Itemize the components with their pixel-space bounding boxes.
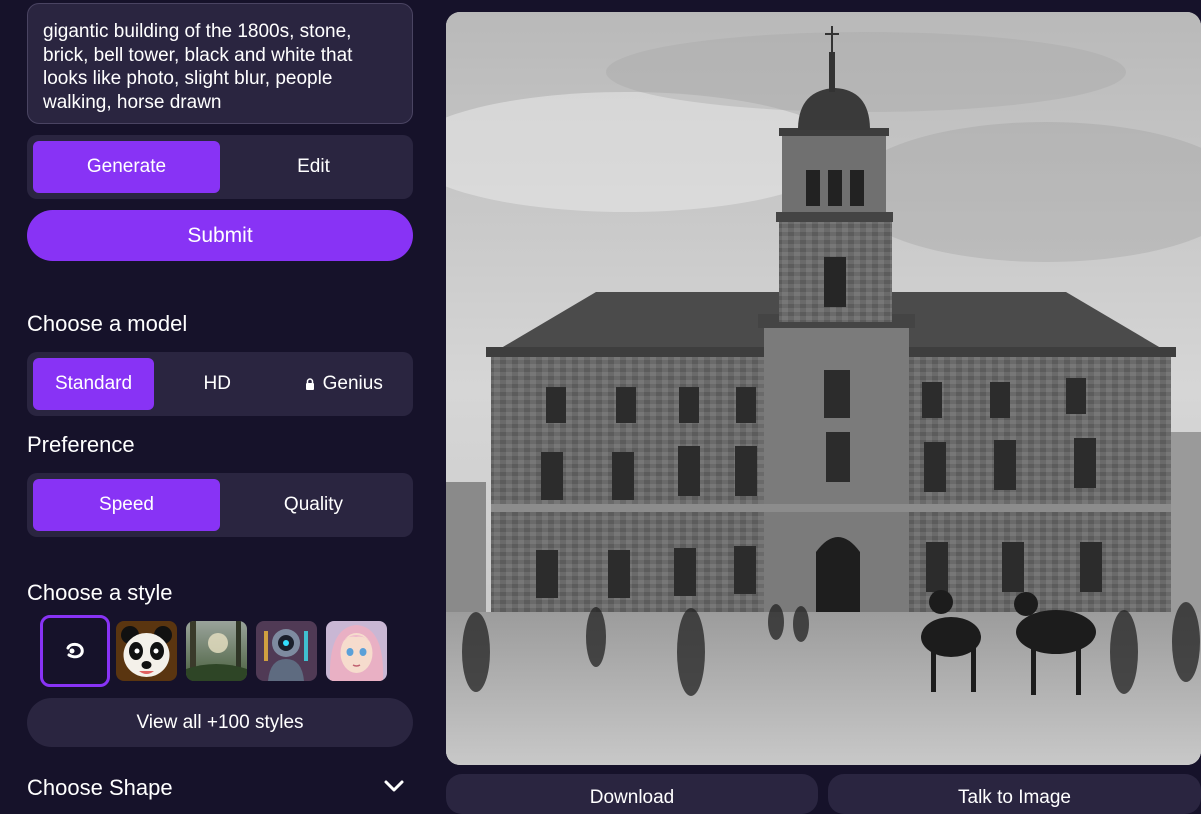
- chevron-down-icon[interactable]: [383, 778, 405, 794]
- model-heading: Choose a model: [27, 311, 188, 336]
- generated-image: [446, 12, 1201, 765]
- robot-thumbnail: [256, 621, 317, 681]
- model-genius-label: Genius: [322, 373, 383, 394]
- download-button[interactable]: Download: [446, 774, 818, 814]
- edit-tab[interactable]: Edit: [220, 141, 407, 193]
- preference-selector: Speed Quality: [27, 473, 413, 537]
- view-all-styles-button[interactable]: View all +100 styles: [27, 698, 413, 747]
- preference-quality[interactable]: Quality: [220, 479, 407, 531]
- model-selector: Standard HD Genius: [27, 352, 413, 416]
- submit-button[interactable]: Submit: [27, 210, 413, 261]
- model-hd[interactable]: HD: [154, 358, 281, 410]
- panda-thumbnail: [116, 621, 177, 681]
- style-anime-girl[interactable]: [326, 621, 387, 681]
- mode-toggle: Generate Edit: [27, 135, 413, 199]
- style-heading: Choose a style: [27, 580, 173, 605]
- prompt-textarea[interactable]: gigantic building of the 1800s, stone, b…: [27, 3, 413, 124]
- talk-to-image-button[interactable]: Talk to Image: [828, 774, 1201, 814]
- preference-speed[interactable]: Speed: [33, 479, 220, 531]
- style-forest[interactable]: [186, 621, 247, 681]
- style-robot[interactable]: [256, 621, 317, 681]
- forest-thumbnail: [186, 621, 247, 681]
- style-none[interactable]: [40, 615, 110, 687]
- preference-heading: Preference: [27, 432, 135, 457]
- building-photo: [446, 12, 1201, 765]
- model-standard[interactable]: Standard: [33, 358, 154, 410]
- shape-heading: Choose Shape: [27, 775, 173, 800]
- model-genius[interactable]: Genius: [281, 358, 408, 410]
- style-panda[interactable]: [116, 621, 177, 681]
- no-style-icon: [66, 642, 84, 659]
- anime-girl-thumbnail: [326, 621, 387, 681]
- generate-tab[interactable]: Generate: [33, 141, 220, 193]
- lock-icon: [305, 378, 314, 390]
